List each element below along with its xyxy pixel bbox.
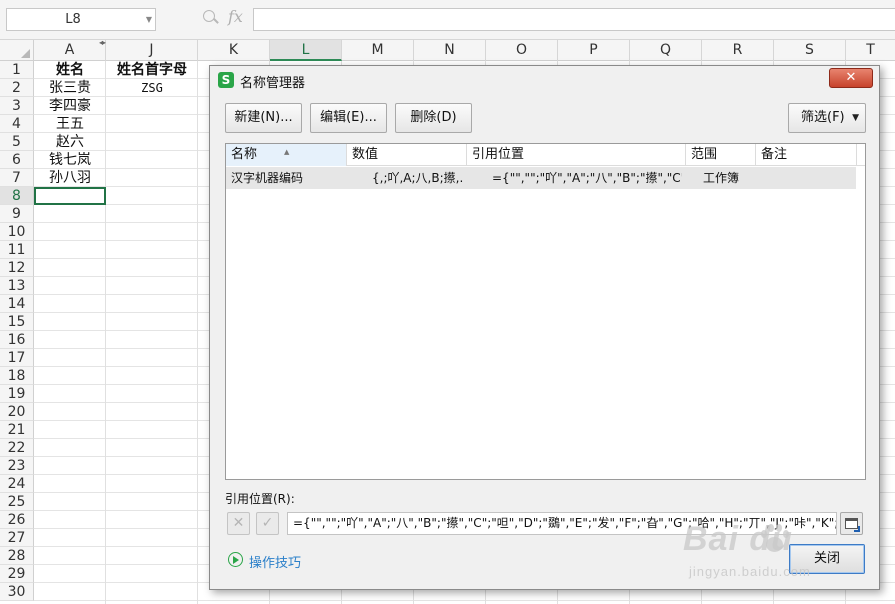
names-list[interactable]: 名称 ▲ 数值 引用位置 范围 备注 汉字机器编码 {,;吖,A;八,B;攃,.… [225,143,866,480]
column-header-r[interactable]: R [702,40,774,61]
column-header-note[interactable]: 备注 [756,144,857,166]
cell-a3[interactable]: 李四豪 [34,97,106,115]
column-header-k[interactable]: K [198,40,270,61]
column-header-refers-to[interactable]: 引用位置 [467,144,686,166]
delete-button[interactable]: 删除(D) [395,103,472,133]
column-header-scope[interactable]: 范围 [686,144,756,166]
column-header-t[interactable]: T [846,40,895,61]
hidden-columns-icon[interactable]: ◂▸ [99,38,106,47]
cell-j2[interactable]: ZSG [106,79,198,97]
cell-a5[interactable]: 赵六 [34,133,106,151]
list-item-note [757,167,855,189]
row-header-12[interactable]: 12 [0,259,34,277]
names-list-header: 名称 ▲ 数值 引用位置 范围 备注 [226,144,865,166]
row-header-15[interactable]: 15 [0,313,34,331]
row-header-25[interactable]: 25 [0,493,34,511]
cancel-edit-icon[interactable]: ✕ [227,512,250,535]
column-header-j[interactable]: J [106,40,198,61]
refers-to-row: ✕ ✓ ={"","";"吖","A";"八","B";"攃","C";"呾",… [225,512,866,538]
column-header-l[interactable]: L [270,40,342,61]
column-header-value[interactable]: 数值 [347,144,467,166]
refers-to-label: 引用位置(R): [225,492,295,506]
column-header-a[interactable]: A [34,40,106,61]
row-header-22[interactable]: 22 [0,439,34,457]
name-manager-dialog: S 名称管理器 ✕ 新建(N)... 编辑(E)... 删除(D) 筛选(F) … [209,65,880,590]
row-header-17[interactable]: 17 [0,349,34,367]
row-header-9[interactable]: 9 [0,205,34,223]
tips-label: 操作技巧 [249,556,302,571]
row-header-30[interactable]: 30 [0,583,34,601]
zoom-icon[interactable] [202,9,219,25]
list-item-scope: 工作簿 [702,171,739,185]
chevron-down-icon[interactable]: ▼ [146,15,152,24]
sort-ascending-icon: ▲ [284,148,290,156]
row-header-14[interactable]: 14 [0,295,34,313]
column-header-row: A J K L M N O P Q R S T [0,40,895,61]
column-header-m[interactable]: M [342,40,414,61]
filter-button[interactable]: 筛选(F) ▼ [788,103,866,133]
name-box[interactable]: L8 ▼ [6,8,156,31]
row-header-28[interactable]: 28 [0,547,34,565]
refers-to-input[interactable]: ={"","";"吖","A";"八","B";"攃","C";"呾","D";… [287,512,837,535]
cell-a1[interactable]: 姓名 [34,61,106,79]
row-header-13[interactable]: 13 [0,277,34,295]
confirm-edit-icon[interactable]: ✓ [256,512,279,535]
row-header-11[interactable]: 11 [0,241,34,259]
row-header-4[interactable]: 4 [0,115,34,133]
row-header-24[interactable]: 24 [0,475,34,493]
wps-spreadsheet-icon: S [218,72,234,88]
cell-a6[interactable]: 钱七岚 [34,151,106,169]
row-header-6[interactable]: 6 [0,151,34,169]
column-header-name[interactable]: 名称 ▲ [226,144,347,166]
close-button[interactable]: 关闭 [789,544,865,574]
select-all-corner[interactable] [0,40,34,61]
row-header-5[interactable]: 5 [0,133,34,151]
list-item-refers-to: ={"","";"吖","A";"八","B";"攃","C";... [492,171,682,185]
row-header-23[interactable]: 23 [0,457,34,475]
row-header-26[interactable]: 26 [0,511,34,529]
column-header-name-label: 名称 [231,147,258,162]
collapse-dialog-icon[interactable] [840,512,863,535]
row-header-18[interactable]: 18 [0,367,34,385]
cell-a7[interactable]: 孙八羽 [34,169,106,187]
row-header-21[interactable]: 21 [0,421,34,439]
formula-bar: L8 ▼ fx [0,0,895,40]
row-header-10[interactable]: 10 [0,223,34,241]
column-header-n[interactable]: N [414,40,486,61]
column-header-p[interactable]: P [558,40,630,61]
row-header-3[interactable]: 3 [0,97,34,115]
close-icon[interactable]: ✕ [829,68,873,88]
column-header-s[interactable]: S [774,40,846,61]
column-header-o[interactable]: O [486,40,558,61]
name-box-value: L8 [65,12,81,27]
row-header-8[interactable]: 8 [0,187,34,205]
row-header-1[interactable]: 1 [0,61,34,79]
edit-button[interactable]: 编辑(E)... [310,103,387,133]
row-header-27[interactable]: 27 [0,529,34,547]
fx-icon[interactable]: fx [228,7,243,26]
new-button[interactable]: 新建(N)... [225,103,302,133]
row-header-16[interactable]: 16 [0,331,34,349]
dialog-title: 名称管理器 [240,76,306,91]
row-header-7[interactable]: 7 [0,169,34,187]
cell-j1[interactable]: 姓名首字母 [106,61,198,79]
cell-a4[interactable]: 王五 [34,115,106,133]
row-header-2[interactable]: 2 [0,79,34,97]
row-header-20[interactable]: 20 [0,403,34,421]
chevron-down-icon: ▼ [852,113,859,123]
formula-input[interactable] [253,8,895,31]
list-item[interactable]: 汉字机器编码 {,;吖,A;八,B;攃,... ={"","";"吖","A";… [226,167,856,189]
column-header-q[interactable]: Q [630,40,702,61]
cell-a2[interactable]: 张三贵 [34,79,106,97]
play-circle-icon [228,552,243,567]
active-cell-a8[interactable] [34,187,106,205]
list-item-value: {,;吖,A;八,B;攃,... [372,171,464,185]
row-header-19[interactable]: 19 [0,385,34,403]
filter-button-label: 筛选(F) [801,110,845,125]
list-item-name: 汉字机器编码 [231,171,304,185]
dialog-title-bar[interactable]: S 名称管理器 ✕ [210,66,879,94]
row-header-29[interactable]: 29 [0,565,34,583]
